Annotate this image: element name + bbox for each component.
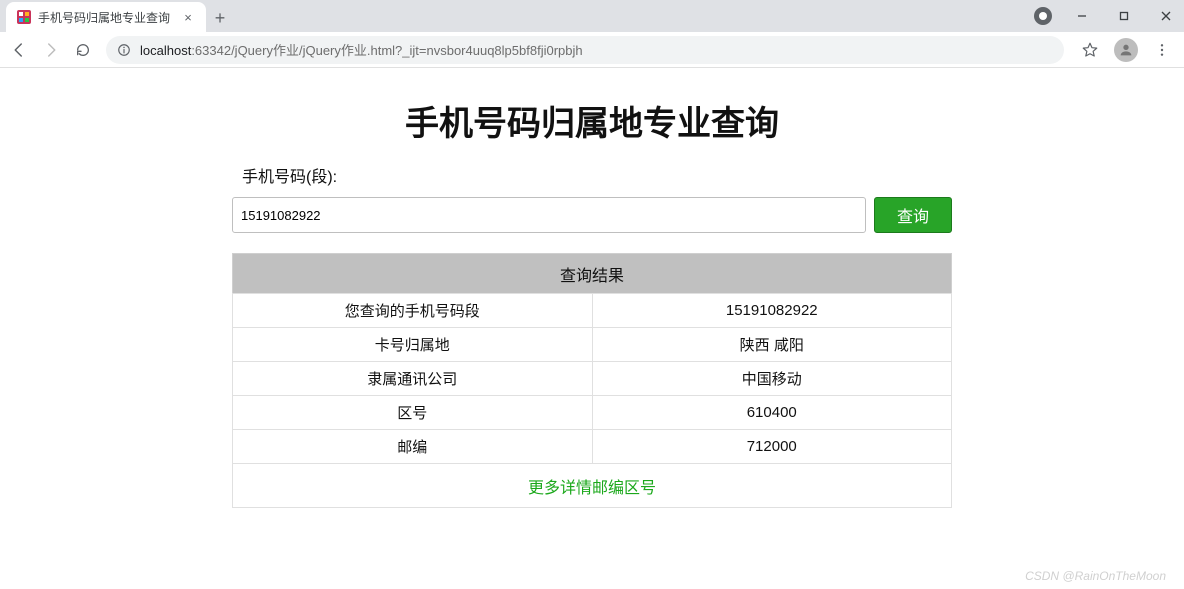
row-value: 15191082922 bbox=[592, 294, 952, 328]
window-controls bbox=[1034, 0, 1178, 32]
address-bar: localhost:63342/jQuery作业/jQuery作业.html?_… bbox=[0, 32, 1184, 68]
row-value: 610400 bbox=[592, 396, 952, 430]
row-label: 区号 bbox=[233, 396, 593, 430]
profile-indicator-icon[interactable] bbox=[1034, 7, 1052, 25]
reload-button[interactable] bbox=[70, 37, 96, 63]
table-row: 您查询的手机号码段 15191082922 bbox=[233, 294, 952, 328]
more-details-link[interactable]: 更多详情邮编区号 bbox=[528, 480, 656, 497]
site-info-icon[interactable] bbox=[116, 42, 132, 58]
profile-avatar-icon[interactable] bbox=[1114, 38, 1138, 62]
maximize-icon[interactable] bbox=[1112, 4, 1136, 28]
browser-tab[interactable]: 手机号码归属地专业查询 × bbox=[6, 2, 206, 32]
row-value: 712000 bbox=[592, 430, 952, 464]
row-value: 陕西 咸阳 bbox=[592, 328, 952, 362]
bookmark-star-icon[interactable] bbox=[1080, 40, 1100, 60]
tab-title: 手机号码归属地专业查询 bbox=[38, 9, 174, 26]
watermark-text: CSDN @RainOnTheMoon bbox=[1025, 569, 1166, 583]
table-row: 区号 610400 bbox=[233, 396, 952, 430]
query-button[interactable]: 查询 bbox=[874, 197, 952, 233]
tab-strip: 手机号码归属地专业查询 × + bbox=[0, 0, 1184, 32]
query-form: 查询 bbox=[232, 197, 952, 233]
url-text: localhost:63342/jQuery作业/jQuery作业.html?_… bbox=[140, 40, 583, 59]
result-header: 查询结果 bbox=[233, 254, 952, 294]
row-value: 中国移动 bbox=[592, 362, 952, 396]
result-table: 查询结果 您查询的手机号码段 15191082922 卡号归属地 陕西 咸阳 隶… bbox=[232, 253, 952, 508]
row-label: 卡号归属地 bbox=[233, 328, 593, 362]
phone-label: 手机号码(段): bbox=[232, 163, 952, 187]
table-row: 更多详情邮编区号 bbox=[233, 464, 952, 508]
forward-button[interactable] bbox=[38, 37, 64, 63]
kebab-menu-icon[interactable] bbox=[1152, 40, 1172, 60]
row-label: 您查询的手机号码段 bbox=[233, 294, 593, 328]
table-row: 卡号归属地 陕西 咸阳 bbox=[233, 328, 952, 362]
row-label: 邮编 bbox=[233, 430, 593, 464]
tab-close-icon[interactable]: × bbox=[180, 10, 196, 25]
page-viewport: 手机号码归属地专业查询 手机号码(段): 查询 查询结果 您查询的手机号码段 1… bbox=[0, 68, 1184, 589]
phone-input[interactable] bbox=[232, 197, 866, 233]
page-title: 手机号码归属地专业查询 bbox=[232, 96, 952, 145]
favicon-icon bbox=[16, 9, 32, 25]
url-bar[interactable]: localhost:63342/jQuery作业/jQuery作业.html?_… bbox=[106, 36, 1064, 64]
close-icon[interactable] bbox=[1154, 4, 1178, 28]
table-row: 邮编 712000 bbox=[233, 430, 952, 464]
row-label: 隶属通讯公司 bbox=[233, 362, 593, 396]
new-tab-button[interactable]: + bbox=[206, 4, 234, 32]
minimize-icon[interactable] bbox=[1070, 4, 1094, 28]
table-row: 隶属通讯公司 中国移动 bbox=[233, 362, 952, 396]
back-button[interactable] bbox=[6, 37, 32, 63]
